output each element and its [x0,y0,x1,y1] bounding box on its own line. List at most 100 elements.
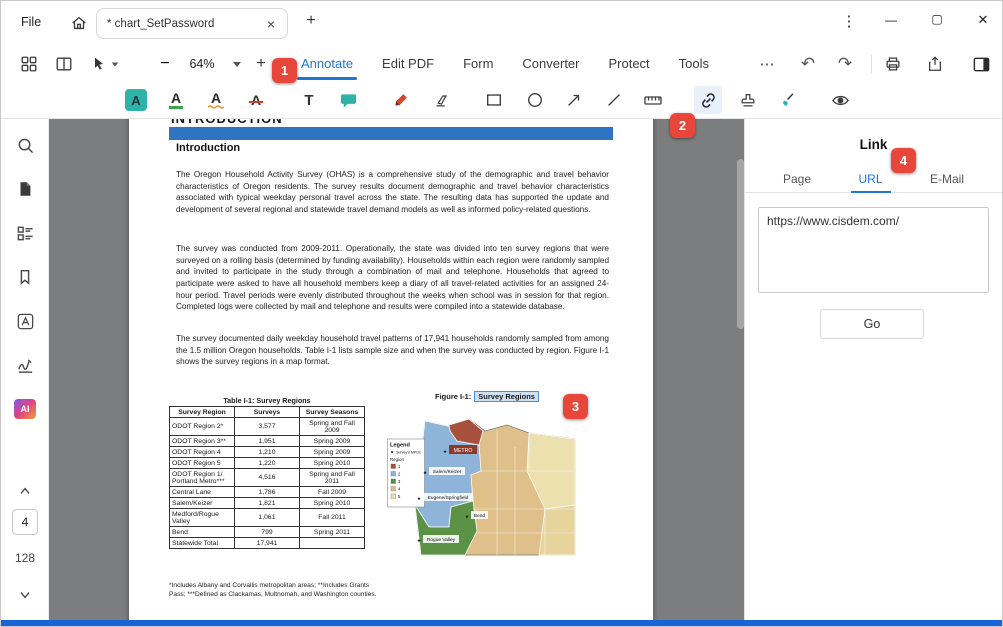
more-options-icon[interactable]: ⋯ [753,50,781,78]
link-tab-email[interactable]: E-Mail [930,165,964,193]
left-sidebar: AI 4 128 [1,119,49,620]
chevron-down-icon [233,62,241,67]
home-button[interactable] [65,10,93,36]
squiggly-tool[interactable]: A [202,86,230,114]
document-viewport[interactable]: INTRODUCTION Introduction The Oregon Hou… [49,119,746,620]
rectangle-tool[interactable] [480,86,508,114]
ellipse-tool[interactable] [521,86,549,114]
comment-icon [339,91,358,110]
print-icon [884,55,902,73]
pages-panel-button[interactable] [11,175,39,203]
strikethrough-tool[interactable]: A [242,86,270,114]
ruler-icon [643,90,663,110]
menu-bar: Annotate Edit PDF Form Converter Protect… [301,46,709,81]
ai-panel-button[interactable]: AI [11,395,39,423]
table-row: Bend799Spring 2011 [170,527,365,538]
measure-tool[interactable] [639,86,667,114]
cursor-dropdown-icon[interactable] [112,62,118,66]
tab-converter[interactable]: Converter [522,46,579,81]
outline-panel-button[interactable] [11,219,39,247]
signature-panel-button[interactable] [11,351,39,379]
figure-caption: Figure I-1: Survey Regions [435,391,539,402]
minimize-button[interactable]: — [877,13,905,27]
document-tab[interactable]: * chart_SetPassword × [96,8,288,39]
redo-icon[interactable]: ↷ [831,50,859,78]
pencil-tool[interactable] [387,86,415,114]
table-row: ODOT Region 41,210Spring 2009 [170,447,365,458]
underline-tool[interactable]: A [162,86,190,114]
table-row: ODOT Region 51,220Spring 2010 [170,458,365,469]
table-row: ODOT Region 3**1,951Spring 2009 [170,436,365,447]
link-tab-url[interactable]: URL [859,165,883,193]
new-tab-button[interactable]: + [300,12,322,30]
doc-paragraph-2: The survey was conducted from 2009-2011.… [176,243,609,313]
search-icon [16,136,35,155]
go-button[interactable]: Go [820,309,924,339]
tab-title: * chart_SetPassword [107,18,265,30]
search-button[interactable] [11,131,39,159]
highlight-tool[interactable]: A [122,86,150,114]
bottom-accent-strip [1,620,1002,626]
squiggly-icon: A [208,91,224,109]
page-thumbnails-icon [16,180,34,198]
main-toolbar: − 64% + Annotate Edit PDF Form Converter… [1,46,1002,81]
split-view-button[interactable] [50,50,78,78]
tab-close-icon[interactable]: × [265,16,277,32]
col-header: Survey Seasons [300,407,365,418]
map-label-eugene: Eugene/Springfield [428,495,469,501]
export-button[interactable] [921,50,949,78]
step-badge-1: 1 [272,58,297,83]
export-icon [926,55,944,73]
cursor-icon [91,56,107,72]
zoom-out-button[interactable]: − [151,50,179,78]
zoom-level[interactable]: 64% [181,57,223,71]
pdf-page: INTRODUCTION Introduction The Oregon Hou… [129,119,653,620]
doc-section-heading: INTRODUCTION [171,119,283,126]
link-tool[interactable] [694,86,722,114]
stamp-tool[interactable] [734,86,762,114]
undo-icon[interactable]: ↶ [794,50,822,78]
brush-tool[interactable] [774,86,802,114]
link-panel: Link Page URL E-Mail https://www.cisdem.… [744,119,1002,620]
tab-annotate[interactable]: Annotate [301,46,353,81]
text-tool[interactable]: T [295,86,323,114]
select-tool[interactable] [87,50,123,78]
kebab-menu-icon[interactable]: ⋮ [839,12,859,30]
annotations-panel-button[interactable] [11,307,39,335]
maximize-button[interactable]: ▢ [923,12,951,26]
grid-icon [20,55,38,73]
previous-page-button[interactable] [11,477,39,505]
grid-view-button[interactable] [15,50,43,78]
tab-tools[interactable]: Tools [679,46,709,81]
figure-caption-link-selection[interactable]: Survey Regions [474,391,539,402]
view-annotations-tool[interactable] [826,86,854,114]
ai-icon: AI [14,399,36,419]
arrow-tool[interactable] [560,86,588,114]
current-page-input[interactable]: 4 [12,509,38,535]
tab-protect[interactable]: Protect [608,46,649,81]
doc-paragraph-1: The Oregon Household Activity Survey (OH… [176,169,609,216]
close-button[interactable]: ✕ [969,12,997,28]
tab-form[interactable]: Form [463,46,493,81]
toggle-right-panel-button[interactable] [967,50,995,78]
table-row: Statewide Total17,941 [170,538,365,549]
oregon-map-figure: Legend ★ Survey'd MPOs Region 1 2 3 4 [387,405,582,570]
line-tool[interactable] [600,86,628,114]
zoom-in-button[interactable]: + [247,50,275,78]
document-scrollbar[interactable] [737,159,744,329]
split-view-icon [55,55,73,73]
doc-paragraph-3: The survey documented daily weekday hous… [176,333,609,368]
file-menu[interactable]: File [21,15,41,29]
oregon-map: Legend ★ Survey'd MPOs Region 1 2 3 4 [387,405,582,570]
table-title: Table I-1: Survey Regions [169,396,365,405]
url-input[interactable]: https://www.cisdem.com/ [758,207,989,293]
bookmarks-panel-button[interactable] [11,263,39,291]
next-page-button[interactable] [11,581,39,609]
map-label-salem: Salem/Keizer [433,469,462,475]
eraser-tool[interactable] [427,86,455,114]
print-button[interactable] [879,50,907,78]
comment-tool[interactable] [334,86,362,114]
tab-edit-pdf[interactable]: Edit PDF [382,46,434,81]
link-tab-page[interactable]: Page [783,165,811,193]
doc-heading: Introduction [176,142,240,154]
